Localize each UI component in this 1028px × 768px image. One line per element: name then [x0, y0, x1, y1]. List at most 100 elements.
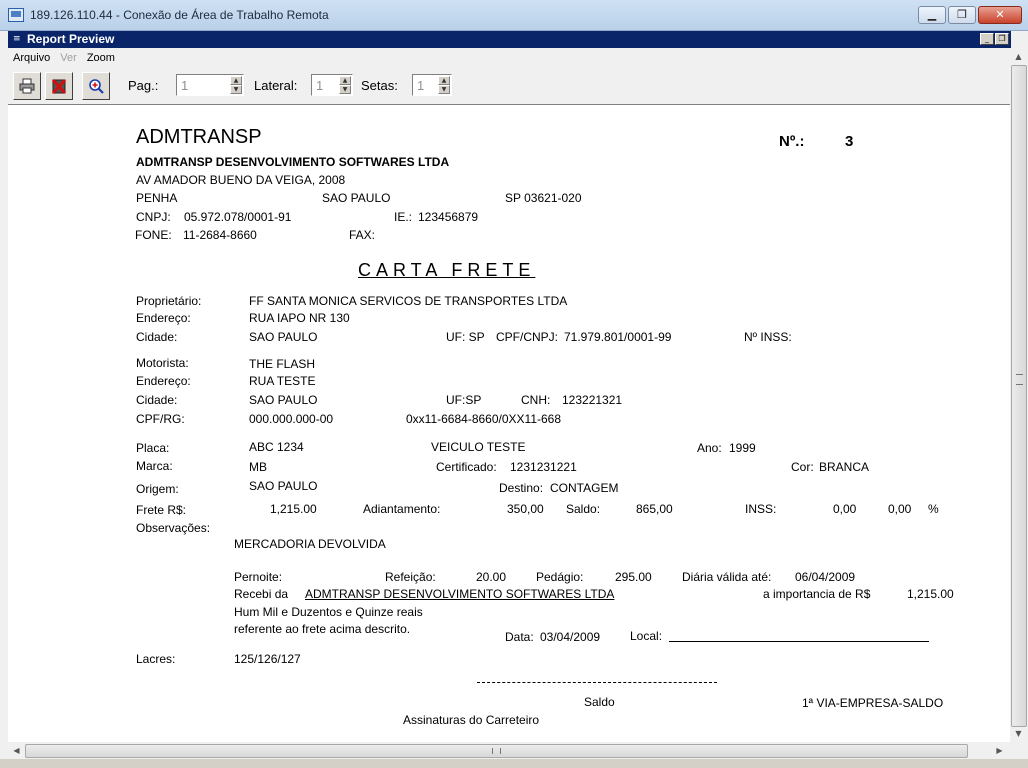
cnpj-label: CNPJ:	[136, 210, 171, 224]
frete-label: Frete R$:	[136, 503, 187, 517]
fone-label: FONE:	[135, 228, 172, 242]
data-value: 03/04/2009	[540, 630, 601, 644]
horizontal-scrollbar[interactable]: ◀ ▶	[8, 742, 1010, 759]
child-minimize-button[interactable]: _	[980, 33, 994, 45]
amount-in-words: Hum Mil e Duzentos e Quinze reais	[234, 605, 423, 619]
recebi-label: Recebi da	[234, 587, 289, 601]
saldo-label: Saldo:	[566, 502, 601, 516]
importancia-label: a importancia de R$	[763, 587, 871, 601]
zoom-button[interactable]	[82, 72, 110, 100]
pedagio-value: 295.00	[615, 570, 652, 584]
setas-spinner[interactable]: 1 ▲ ▼	[412, 74, 452, 96]
driver-uf: UF:SP	[446, 393, 482, 407]
menu-zoom[interactable]: Zoom	[82, 49, 120, 67]
close-icon: ✕	[995, 8, 1005, 21]
diaria-label: Diária válida até:	[682, 570, 772, 584]
brand-label: Marca:	[136, 459, 173, 473]
ie-value: 123456879	[418, 210, 479, 224]
company-district: PENHA	[136, 191, 178, 205]
fax-label: FAX:	[349, 228, 376, 242]
scrollbar-corner	[1010, 742, 1027, 759]
owner-cpf: 71.979.801/0001-99	[564, 330, 672, 344]
cert-label: Certificado:	[436, 460, 497, 474]
saldo-signature: Saldo	[584, 695, 615, 709]
owner-uf: UF: SP	[446, 330, 485, 344]
driver-label: Motorista:	[136, 356, 189, 370]
vertical-scrollbar[interactable]: ▲ ▼	[1010, 48, 1027, 742]
color-label: Cor:	[791, 460, 814, 474]
owner-address-label: Endereço:	[136, 311, 191, 325]
setas-up-arrow[interactable]: ▲	[438, 76, 450, 85]
pernoite-label: Pernoite:	[234, 570, 283, 584]
menu-arquivo[interactable]: Arquivo	[8, 49, 55, 67]
driver-city: SAO PAULO	[249, 393, 318, 407]
obs-label: Observações:	[136, 521, 211, 535]
setas-label: Setas:	[361, 78, 398, 93]
remote-desktop-icon	[8, 8, 24, 22]
restore-button[interactable]: ❐	[948, 6, 976, 24]
lateral-up-arrow[interactable]: ▲	[339, 76, 351, 85]
toolbar: Pag.: 1 ▲ ▼ Lateral: 1 ▲ ▼ Setas: 1 ▲ ▼	[8, 70, 1011, 102]
scroll-left-arrow[interactable]: ◀	[8, 742, 25, 759]
horizontal-scroll-thumb[interactable]	[25, 744, 968, 758]
driver-name: THE FLASH	[249, 357, 316, 371]
pag-down-arrow[interactable]: ▼	[230, 85, 242, 94]
origin-label: Origem:	[136, 482, 179, 496]
owner-city: SAO PAULO	[249, 330, 318, 344]
owner-cpf-label: CPF/CNPJ:	[496, 330, 559, 344]
driver-cnh-label: CNH:	[521, 393, 551, 407]
color-value: BRANCA	[819, 460, 870, 474]
scroll-down-arrow[interactable]: ▼	[1010, 725, 1027, 742]
lateral-down-arrow[interactable]: ▼	[339, 85, 351, 94]
recebi-company: ADMTRANSP DESENVOLVIMENTO SOFTWARES LTDA	[305, 587, 615, 601]
menu-ver[interactable]: Ver	[55, 49, 82, 67]
percent-sign: %	[928, 502, 939, 516]
ie-label: IE.:	[394, 210, 413, 224]
pag-up-arrow[interactable]: ▲	[230, 76, 242, 85]
minimize-icon: ▁	[927, 8, 937, 21]
report-page: ADMTRANSP ADMTRANSP DESENVOLVIMENTO SOFT…	[8, 104, 1010, 743]
number-value: 3	[845, 133, 854, 150]
window-titlebar[interactable]: 189.126.110.44 - Conexão de Área de Trab…	[0, 0, 1028, 31]
setas-down-arrow[interactable]: ▼	[438, 85, 450, 94]
refeicao-value: 20.00	[476, 570, 507, 584]
owner-label: Proprietário:	[136, 294, 202, 308]
via-label: 1ª VIA-EMPRESA-SALDO	[802, 696, 944, 710]
driver-address: RUA TESTE	[249, 374, 316, 388]
owner-inss-label: Nº INSS:	[744, 330, 792, 344]
fone-value: 11-2684-8660	[183, 228, 257, 242]
lateral-spinner[interactable]: 1 ▲ ▼	[311, 74, 353, 96]
scroll-up-arrow[interactable]: ▲	[1010, 48, 1027, 65]
print-button[interactable]	[13, 72, 41, 100]
company-city: SAO PAULO	[322, 191, 391, 205]
owner-city-label: Cidade:	[136, 330, 178, 344]
lateral-label: Lateral:	[254, 78, 298, 93]
company-state-zip: SP 03621-020	[505, 191, 582, 205]
pag-spinner[interactable]: 1 ▲ ▼	[176, 74, 244, 96]
window-title: 189.126.110.44 - Conexão de Área de Trab…	[30, 8, 329, 22]
year-value: 1999	[729, 441, 756, 455]
vehicle-model: VEICULO TESTE	[431, 440, 526, 454]
driver-cpf: 000.000.000-00	[249, 412, 334, 426]
close-report-button[interactable]	[45, 72, 73, 100]
report-preview-titlebar[interactable]: ≡ Report Preview _ ❐	[8, 31, 1011, 48]
driver-address-label: Endereço:	[136, 374, 191, 388]
dest-label: Destino:	[499, 481, 544, 495]
close-button[interactable]: ✕	[978, 6, 1022, 24]
pag-value: 1	[181, 78, 189, 93]
plate-label: Placa:	[136, 441, 170, 455]
referente-text: referente ao frete acima descrito.	[234, 622, 411, 636]
printer-icon	[19, 78, 35, 94]
inss-value-2: 0,00	[888, 502, 912, 516]
vertical-scroll-thumb[interactable]	[1011, 65, 1027, 727]
inss-value-1: 0,00	[833, 502, 857, 516]
child-restore-button[interactable]: ❐	[995, 33, 1009, 45]
frete-value: 1,215.00	[270, 502, 317, 516]
setas-value: 1	[417, 78, 425, 93]
owner-address: RUA IAPO NR 130	[249, 311, 350, 325]
pedagio-label: Pedágio:	[536, 570, 584, 584]
local-label: Local:	[630, 629, 663, 643]
scroll-right-arrow[interactable]: ▶	[991, 742, 1008, 759]
minimize-button[interactable]: ▁	[918, 6, 946, 24]
inss-label: INSS:	[745, 502, 777, 516]
